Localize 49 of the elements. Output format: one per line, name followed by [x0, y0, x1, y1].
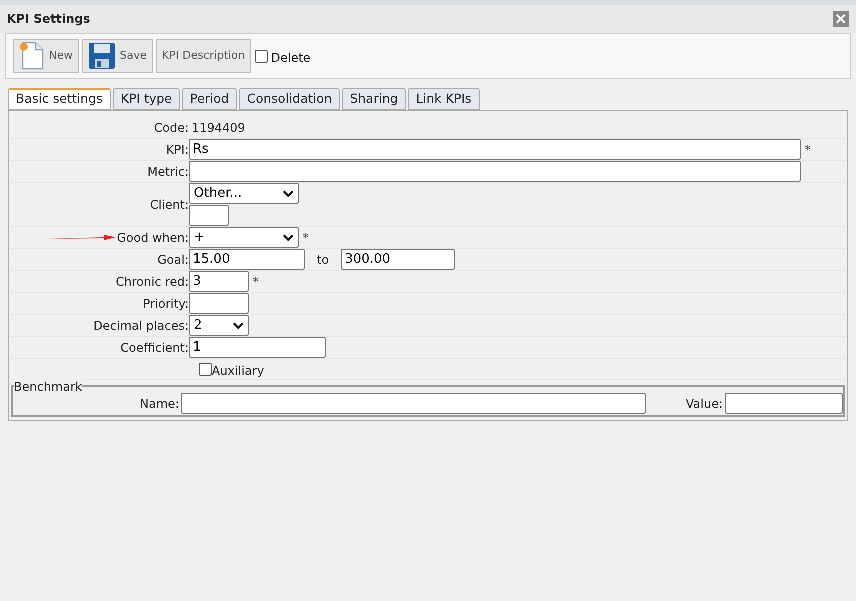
- field-label: Chronic red:: [116, 274, 189, 290]
- tab[interactable]: Basic settings: [8, 88, 111, 110]
- tab[interactable]: Consolidation: [239, 88, 340, 110]
- field-label: Value:: [686, 396, 723, 412]
- tab[interactable]: KPI type: [112, 88, 180, 110]
- field-label: Code:: [154, 120, 189, 136]
- field-label: KPI:: [166, 142, 189, 158]
- field-label: Goal:: [158, 252, 189, 268]
- toolbar-button[interactable]: Save: [82, 39, 154, 73]
- field-label: Client:: [150, 196, 189, 214]
- chevron-down-icon: [233, 322, 244, 330]
- field-label: Priority:: [143, 296, 189, 312]
- required-mark: *: [805, 142, 811, 158]
- field-label: Coefficient:: [120, 340, 189, 356]
- dropdown[interactable]: +: [189, 227, 299, 248]
- new-document-icon: [19, 41, 45, 71]
- required-mark: *: [303, 230, 309, 246]
- checkbox-label: Delete: [271, 50, 311, 67]
- text-field[interactable]: [189, 293, 249, 314]
- window-title: KPI Settings: [7, 11, 90, 28]
- delete-checkbox[interactable]: [255, 50, 268, 62]
- text-field[interactable]: 1: [189, 337, 326, 358]
- checkbox[interactable]: [199, 362, 212, 376]
- field-label: Metric:: [148, 164, 189, 180]
- text-field[interactable]: [189, 161, 801, 182]
- tab[interactable]: Link KPIs: [408, 88, 480, 110]
- text-field[interactable]: Rs: [189, 139, 801, 160]
- dropdown[interactable]: 2: [189, 315, 249, 336]
- field-label: Name:: [140, 396, 180, 412]
- range-separator: to: [317, 252, 330, 268]
- text-field[interactable]: 3: [189, 271, 249, 292]
- tab[interactable]: Sharing: [342, 88, 406, 110]
- checkbox-label: Auxiliary: [212, 363, 264, 380]
- close-button[interactable]: [833, 11, 849, 27]
- field-label: Decimal places:: [94, 318, 189, 334]
- text-field[interactable]: 300.00: [341, 249, 456, 270]
- chevron-down-icon: [283, 190, 294, 198]
- toolbar-button[interactable]: New: [13, 39, 79, 73]
- tab[interactable]: Period: [182, 88, 238, 110]
- text-field[interactable]: [725, 393, 843, 414]
- dropdown[interactable]: Other...: [189, 183, 299, 204]
- toolbar-button[interactable]: KPI Description: [156, 39, 252, 73]
- text-field[interactable]: [181, 393, 646, 414]
- required-mark: *: [253, 274, 259, 290]
- chevron-down-icon: [283, 234, 294, 242]
- text-field[interactable]: 15.00: [189, 249, 305, 270]
- field-label: Good when:: [117, 230, 189, 246]
- code-value: 1194409: [192, 120, 246, 136]
- text-field[interactable]: [189, 205, 229, 226]
